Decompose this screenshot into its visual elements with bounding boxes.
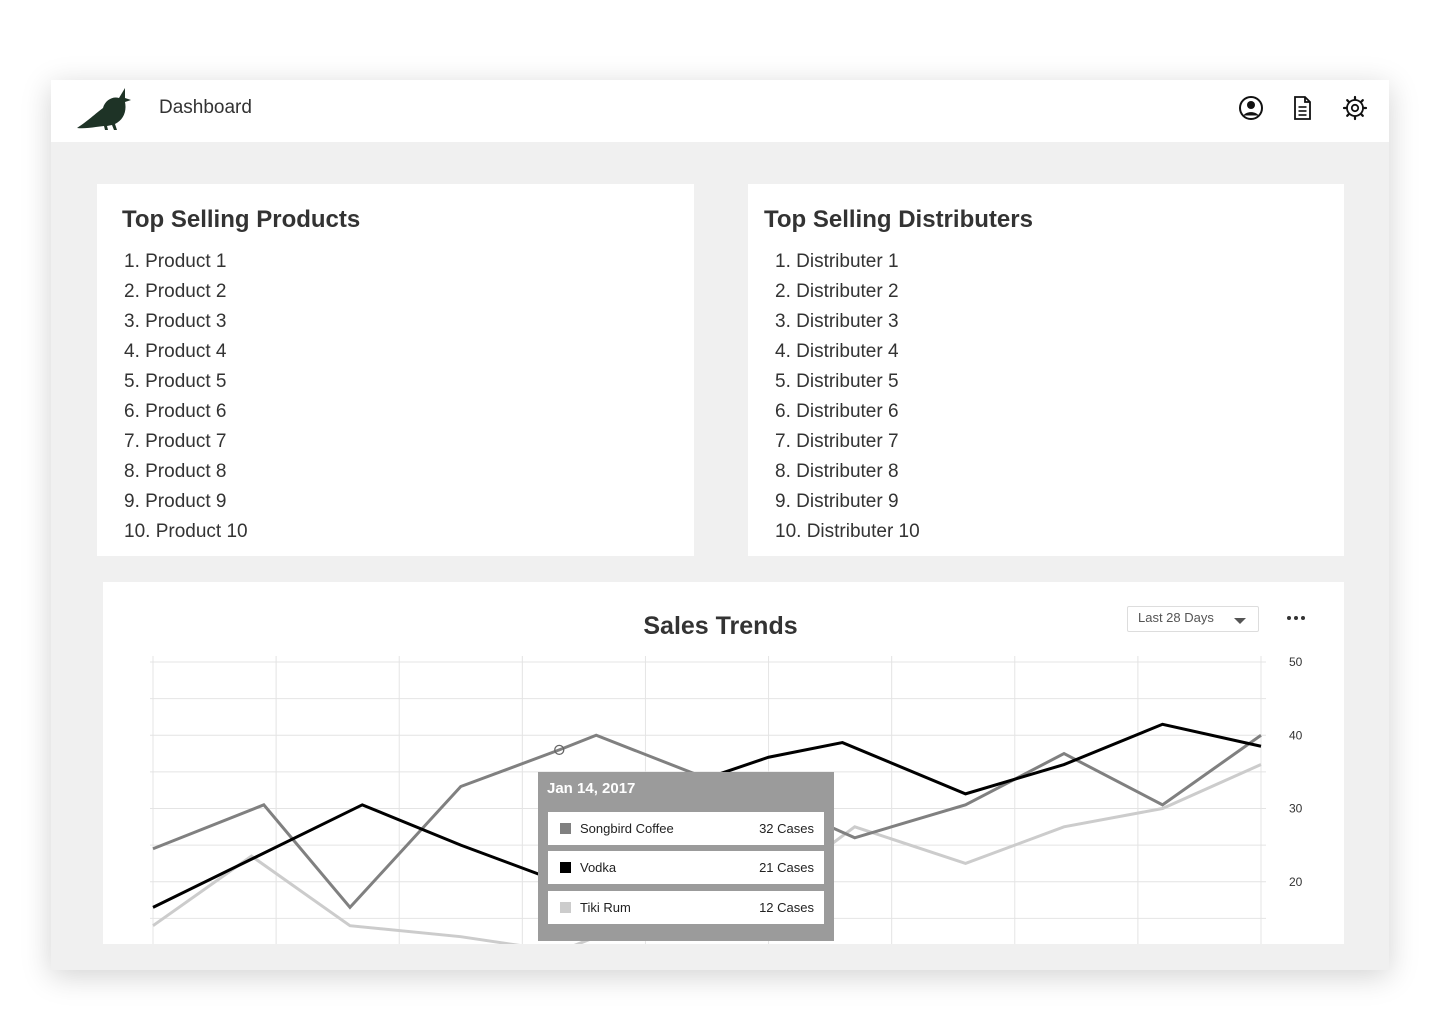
list-item[interactable]: 9. Product 9 [124,491,248,521]
tooltip-row: Songbird Coffee 32 Cases [548,812,824,845]
dashboard-window: Dashboard Top Selling Products 1. Produc… [51,80,1389,970]
top-selling-products-card: Top Selling Products 1. Product 1 2. Pro… [97,184,694,556]
list-item[interactable]: 2. Product 2 [124,281,248,311]
list-item[interactable]: 1. Distributer 1 [775,251,920,281]
sales-trends-card: 20 30 40 50 Sales Trends Last 28 Days Jan 1… [103,582,1344,944]
series-value: 12 Cases [759,900,814,915]
list-item[interactable]: 8. Distributer 8 [775,461,920,491]
distributors-list: 1. Distributer 1 2. Distributer 2 3. Dis… [775,251,920,551]
list-item[interactable]: 5. Distributer 5 [775,371,920,401]
list-item[interactable]: 7. Distributer 7 [775,431,920,461]
list-item[interactable]: 3. Product 3 [124,311,248,341]
legend-swatch [560,902,571,913]
y-tick-label: 40 [1289,728,1303,742]
list-item[interactable]: 6. Product 6 [124,401,248,431]
date-range-label: Last 28 Days [1138,610,1214,625]
products-list: 1. Product 1 2. Product 2 3. Product 3 4… [124,251,248,551]
list-item[interactable]: 7. Product 7 [124,431,248,461]
list-item[interactable]: 10. Product 10 [124,521,248,551]
page-title: Dashboard [159,97,252,118]
legend-swatch [560,823,571,834]
list-item[interactable]: 2. Distributer 2 [775,281,920,311]
y-tick-label: 30 [1289,802,1303,816]
document-icon[interactable] [1288,94,1316,122]
list-item[interactable]: 1. Product 1 [124,251,248,281]
more-options-icon[interactable] [1285,608,1309,628]
date-range-dropdown[interactable]: Last 28 Days [1127,606,1259,632]
series-name: Tiki Rum [580,900,631,915]
legend-swatch [560,862,571,873]
list-item[interactable]: 5. Product 5 [124,371,248,401]
cardinal-bird-logo[interactable] [75,86,135,130]
distributors-card-title: Top Selling Distributers [764,206,1033,233]
list-item[interactable]: 4. Distributer 4 [775,341,920,371]
y-tick-label: 20 [1289,875,1303,889]
list-item[interactable]: 10. Distributer 10 [775,521,920,551]
y-tick-label: 50 [1289,655,1303,669]
top-navigation-bar: Dashboard [51,80,1389,142]
list-item[interactable]: 3. Distributer 3 [775,311,920,341]
list-item[interactable]: 9. Distributer 9 [775,491,920,521]
list-item[interactable]: 4. Product 4 [124,341,248,371]
products-card-title: Top Selling Products [122,206,361,233]
series-name: Vodka [580,860,617,875]
chart-tooltip: Jan 14, 2017 Songbird Coffee 32 Cases Vo… [538,772,834,941]
series-value: 21 Cases [759,860,814,875]
top-selling-distributors-card: Top Selling Distributers 1. Distributer … [748,184,1344,556]
gear-icon[interactable] [1341,94,1369,122]
tooltip-date: Jan 14, 2017 [547,780,636,797]
tooltip-row: Vodka 21 Cases [548,851,824,884]
list-item[interactable]: 8. Product 8 [124,461,248,491]
series-name: Songbird Coffee [580,821,674,836]
chevron-down-icon [1234,618,1246,624]
user-icon[interactable] [1237,94,1265,122]
series-value: 32 Cases [759,821,814,836]
list-item[interactable]: 6. Distributer 6 [775,401,920,431]
tooltip-row: Tiki Rum 12 Cases [548,891,824,924]
